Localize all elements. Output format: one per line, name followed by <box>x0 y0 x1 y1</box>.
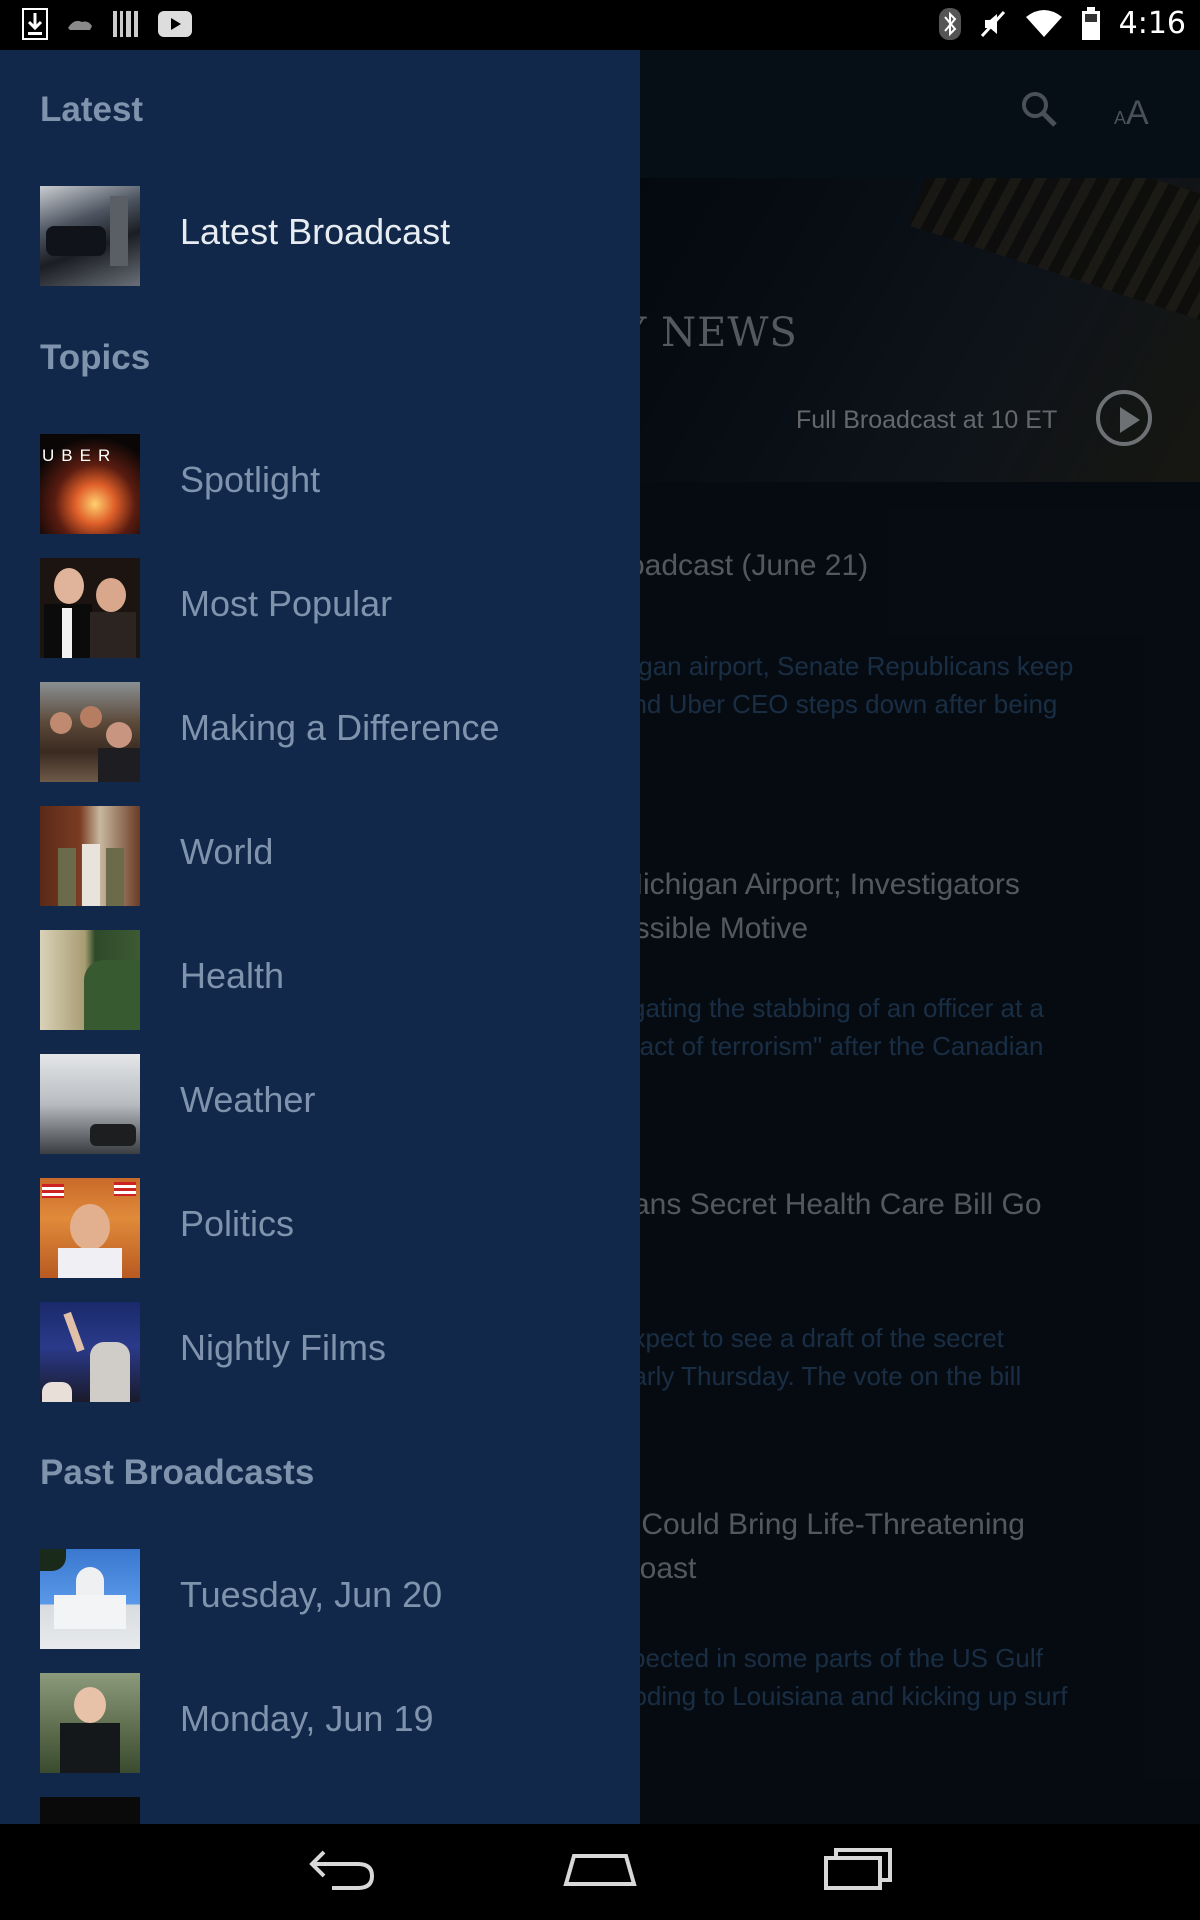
drawer-item-label: Weather <box>180 1079 316 1120</box>
drawer-item-world[interactable]: World <box>0 803 640 907</box>
status-bar: 4:16 <box>0 0 1200 50</box>
drawer-item-label: Spotlight <box>180 459 321 500</box>
crowd-thumb <box>40 682 140 782</box>
section-header-past-broadcasts: Past Broadcasts <box>40 1453 315 1492</box>
hospital-thumb <box>40 930 140 1030</box>
car-scene-thumb <box>40 186 140 286</box>
navigation-drawer: Latest Latest Broadcast Topics UBER Spot… <box>0 50 640 1824</box>
download-icon <box>22 8 48 40</box>
drawer-item-past-broadcast[interactable]: Tuesday, Jun 20 <box>0 1546 640 1650</box>
drawer-item-label: Most Popular <box>180 583 393 624</box>
drawer-item-most-popular[interactable]: Most Popular <box>0 555 640 659</box>
partial-thumb <box>40 1797 140 1824</box>
rally-thumb <box>40 1302 140 1402</box>
wifi-icon <box>1025 9 1062 37</box>
drawer-scrim[interactable] <box>640 50 1200 1824</box>
barcode-icon <box>113 11 138 37</box>
uber-thumb: UBER <box>40 434 140 534</box>
drawer-item-past-broadcast-partial[interactable] <box>0 1794 640 1824</box>
drawer-item-past-broadcast[interactable]: Monday, Jun 19 <box>0 1670 640 1774</box>
drawer-item-label: Making a Difference <box>180 707 500 748</box>
guards-thumb <box>40 806 140 906</box>
recents-icon[interactable] <box>822 1844 894 1892</box>
home-icon[interactable] <box>562 1844 638 1892</box>
system-navigation-bar <box>0 1824 1200 1920</box>
battery-icon <box>1081 6 1100 40</box>
mute-icon <box>980 10 1005 37</box>
drawer-item-label: Nightly Films <box>180 1327 387 1368</box>
bluetooth-icon <box>938 7 961 40</box>
drawer-item-label: Monday, Jun 19 <box>180 1698 434 1739</box>
drawer-item-making-a-difference[interactable]: Making a Difference <box>0 679 640 783</box>
drawer-item-label: Politics <box>180 1203 295 1244</box>
section-header-topics: Topics <box>40 338 151 377</box>
drawer-item-politics[interactable]: Politics <box>0 1175 640 1279</box>
drawer-item-latest-broadcast[interactable]: Latest Broadcast <box>0 183 640 287</box>
capitol-thumb <box>40 1549 140 1649</box>
politician-thumb <box>40 1178 140 1278</box>
clock: 4:16 <box>1118 6 1186 41</box>
drawer-item-health[interactable]: Health <box>0 927 640 1031</box>
section-header-latest: Latest <box>40 90 144 129</box>
storm-thumb <box>40 1054 140 1154</box>
back-icon[interactable] <box>306 1844 378 1892</box>
couple-thumb <box>40 558 140 658</box>
drawer-item-spotlight[interactable]: UBER Spotlight <box>0 431 640 535</box>
drawer-item-weather[interactable]: Weather <box>0 1051 640 1155</box>
notification-icon <box>68 20 92 30</box>
youtube-icon <box>158 11 192 37</box>
drawer-item-label: Latest Broadcast <box>180 211 451 252</box>
drawer-item-label: Health <box>180 955 285 996</box>
drawer-item-nightly-films[interactable]: Nightly Films <box>0 1299 640 1403</box>
portrait-thumb <box>40 1673 140 1773</box>
drawer-item-label: Tuesday, Jun 20 <box>180 1574 443 1615</box>
uber-thumb-text: UBER <box>42 446 118 465</box>
drawer-item-label: World <box>180 831 274 872</box>
